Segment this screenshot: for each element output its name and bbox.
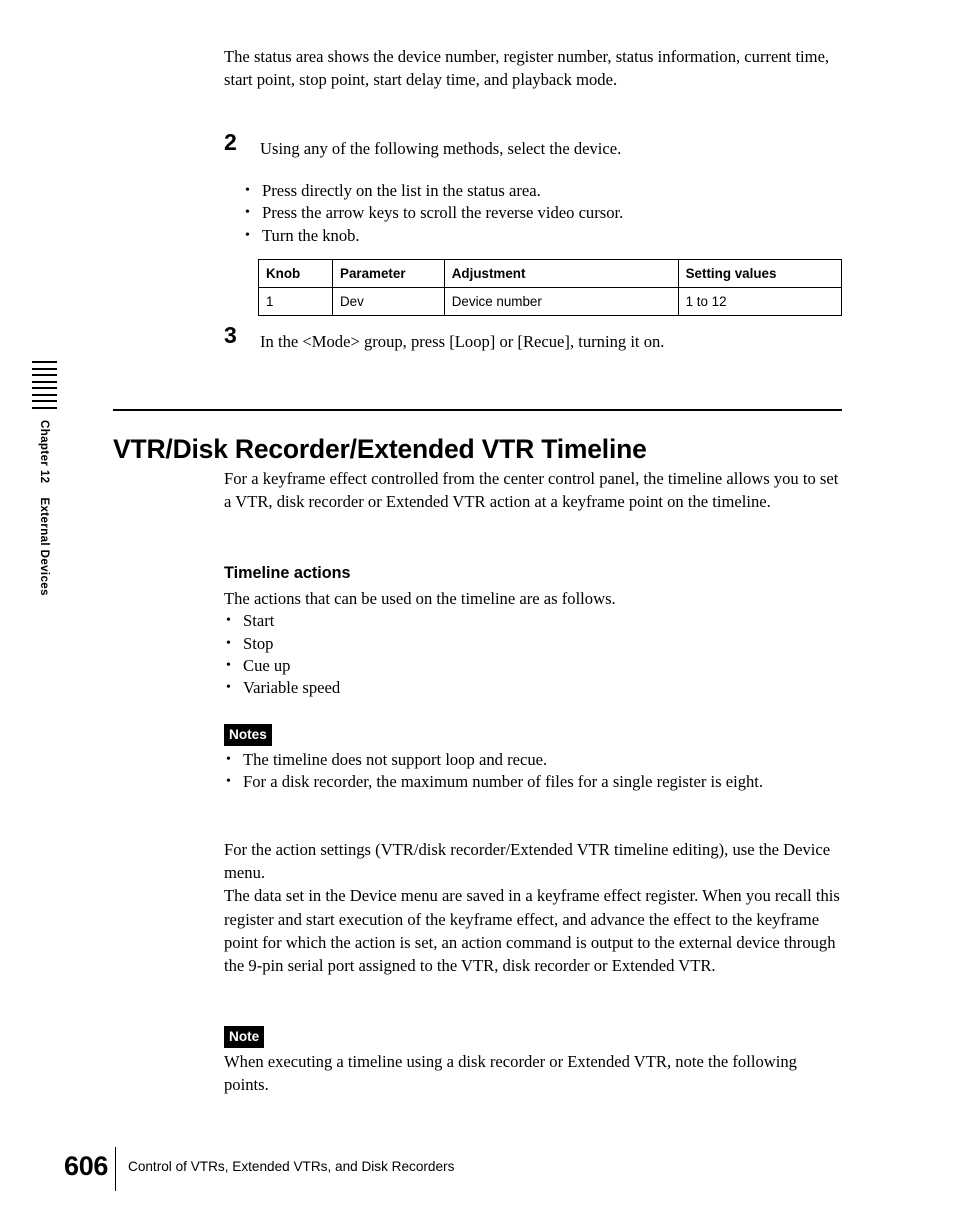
section-divider-rule: [113, 409, 842, 411]
list-item: Press directly on the list in the status…: [243, 180, 843, 203]
notes-block: Notes The timeline does not support loop…: [224, 724, 842, 794]
knob-parameter-table: Knob Parameter Adjustment Setting values…: [257, 259, 843, 316]
thumb-stripe: [32, 387, 57, 389]
list-item: Press the arrow keys to scroll the rever…: [243, 202, 843, 225]
list-item: Start: [224, 610, 842, 633]
list-item: For a disk recorder, the maximum number …: [224, 771, 842, 794]
chapter-tab-chapter: Chapter 12: [38, 420, 50, 484]
document-page: Chapter 12 External Devices The status ar…: [0, 0, 954, 1212]
note-text: When executing a timeline using a disk r…: [224, 1052, 797, 1095]
page-number: 606: [64, 1151, 109, 1181]
step-2: 2 Using any of the following methods, se…: [224, 131, 842, 160]
step-2-bullets-block: Press directly on the list in the status…: [243, 180, 843, 248]
thumb-stripe: [32, 374, 57, 376]
action-settings-paragraph-2: The data set in the Device menu are save…: [224, 886, 840, 976]
list-item: Cue up: [224, 655, 842, 678]
note-block: Note When executing a timeline using a d…: [224, 1026, 842, 1096]
thumb-stripe: [32, 367, 57, 370]
cell-adjustment: Device number: [443, 287, 679, 316]
chapter-tab: Chapter 12 External Devices: [22, 420, 66, 680]
step-2-text: Using any of the following methods, sele…: [260, 139, 622, 158]
timeline-actions-block: Timeline actions The actions that can be…: [224, 563, 842, 700]
action-settings-block: For the action settings (VTR/disk record…: [224, 838, 842, 977]
note-badge: Note: [224, 1026, 265, 1048]
step-3-number: 3: [224, 322, 237, 348]
thumb-stripe: [32, 406, 57, 409]
list-item: The timeline does not support loop and r…: [224, 749, 842, 772]
page-title: VTR/Disk Recorder/Extended VTR Timeline: [113, 433, 647, 464]
chapter-tab-text: Chapter 12 External Devices: [22, 420, 66, 596]
step-2-bullet-list: Press directly on the list in the status…: [243, 180, 843, 248]
thumb-stripe: [32, 380, 57, 383]
table-row: 1 Dev Device number 1 to 12: [257, 287, 843, 316]
thumb-stripe: [32, 393, 57, 396]
action-settings-paragraph-1: For the action settings (VTR/disk record…: [224, 840, 831, 883]
notes-badge: Notes: [224, 724, 272, 746]
thumb-stripe: [32, 361, 57, 363]
list-item: Stop: [224, 633, 842, 656]
timeline-actions-heading: Timeline actions: [224, 564, 351, 582]
timeline-actions-lead: The actions that can be used on the time…: [224, 589, 616, 608]
step-3-text: In the <Mode> group, press [Loop] or [Re…: [260, 332, 665, 351]
step-3: 3 In the <Mode> group, press [Loop] or […: [224, 324, 842, 353]
column-header-adjustment: Adjustment: [443, 259, 679, 288]
thumb-stripe: [32, 400, 57, 402]
section-intro-block: For a keyframe effect controlled from th…: [224, 467, 842, 513]
list-item: Variable speed: [224, 677, 842, 700]
footer-divider: [115, 1147, 117, 1191]
list-item: Turn the knob.: [243, 225, 843, 248]
section-intro-paragraph: For a keyframe effect controlled from th…: [224, 469, 839, 512]
footer-running-title: Control of VTRs, Extended VTRs, and Disk…: [128, 1159, 455, 1174]
table-header-row: Knob Parameter Adjustment Setting values: [257, 259, 843, 288]
step-3-block: 3 In the <Mode> group, press [Loop] or […: [224, 324, 842, 353]
cell-knob: 1: [257, 287, 334, 316]
chapter-tab-section: External Devices: [38, 497, 50, 596]
cell-parameter: Dev: [332, 287, 445, 316]
step-2-number: 2: [224, 129, 237, 155]
column-header-parameter: Parameter: [332, 259, 445, 288]
cell-setting-values: 1 to 12: [677, 287, 843, 316]
step-2-block: 2 Using any of the following methods, se…: [224, 131, 842, 160]
chapter-thumb-stripes: [32, 361, 57, 413]
intro-paragraph: The status area shows the device number,…: [224, 47, 830, 90]
timeline-actions-list: Start Stop Cue up Variable speed: [224, 610, 842, 700]
column-header-knob: Knob: [257, 259, 334, 288]
column-header-setting-values: Setting values: [677, 259, 843, 288]
intro-paragraph-block: The status area shows the device number,…: [224, 45, 842, 91]
notes-list: The timeline does not support loop and r…: [224, 749, 842, 794]
